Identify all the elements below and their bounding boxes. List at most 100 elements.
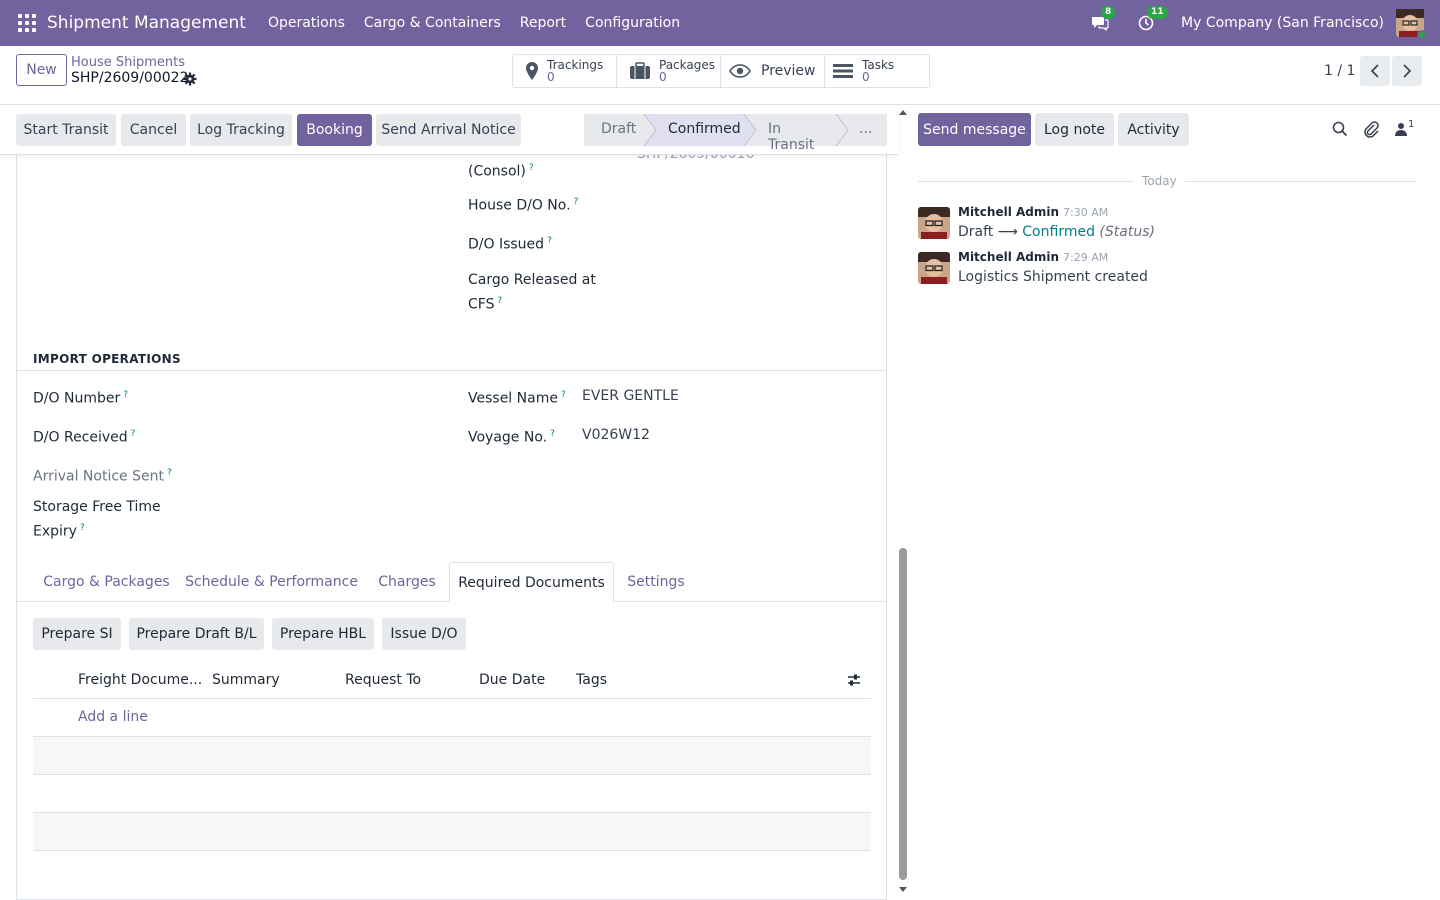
eye-icon — [729, 64, 751, 78]
arrival-notice-sent-label: Arrival Notice Sent? — [33, 468, 172, 485]
tab-charges[interactable]: Charges — [364, 562, 450, 602]
tab-settings[interactable]: Settings — [614, 562, 698, 602]
status-draft[interactable]: Draft — [601, 121, 636, 137]
start-transit-button[interactable]: Start Transit — [16, 114, 116, 146]
prepare-hbl-button[interactable]: Prepare HBL — [272, 618, 374, 650]
search-icon[interactable] — [1331, 120, 1349, 138]
map-marker-icon — [526, 62, 538, 80]
table-row — [33, 737, 871, 775]
status-confirmed[interactable]: Confirmed — [668, 121, 741, 137]
apps-menu-icon[interactable] — [18, 14, 36, 32]
trackings-count: 0 — [547, 70, 555, 84]
trackings-smart-button[interactable]: Trackings 0 — [513, 55, 617, 87]
pager-previous-button[interactable] — [1360, 56, 1390, 86]
col-request-to[interactable]: Request To — [345, 672, 421, 688]
table-row — [33, 813, 871, 851]
do-number-label: D/O Number? — [33, 390, 128, 407]
menu-report[interactable]: Report — [520, 15, 566, 31]
messaging-button[interactable]: 8 — [1089, 6, 1116, 34]
chevron-left-icon — [1370, 64, 1379, 78]
app-title[interactable]: Shipment Management — [47, 13, 246, 33]
changed-field: (Status) — [1099, 224, 1155, 240]
tab-schedule-performance[interactable]: Schedule & Performance — [179, 562, 364, 602]
scrollbar-thumb[interactable] — [899, 548, 907, 880]
cancel-button[interactable]: Cancel — [121, 114, 186, 146]
paperclip-icon[interactable] — [1362, 120, 1380, 138]
tasks-count: 0 — [862, 70, 870, 84]
packages-smart-button[interactable]: Packages 0 — [617, 55, 721, 87]
followers-button[interactable]: 1 — [1395, 119, 1419, 139]
followers-count: 1 — [1408, 119, 1415, 130]
control-panel: New House Shipments SHP/2609/00022 Track… — [0, 46, 1440, 105]
tab-cargo-packages[interactable]: Cargo & Packages — [34, 562, 179, 602]
activities-button[interactable]: 11 — [1135, 6, 1168, 34]
online-status-dot — [1417, 30, 1427, 40]
smart-buttons: Trackings 0 Packages 0 Preview Tasks 0 — [512, 54, 930, 88]
avatar[interactable] — [918, 252, 950, 284]
company-switcher[interactable]: My Company (San Francisco) — [1181, 15, 1384, 31]
notebook-tabs: Cargo & Packages Schedule & Performance … — [17, 562, 886, 603]
do-received-label: D/O Received? — [33, 429, 136, 446]
booking-button[interactable]: Booking — [297, 114, 372, 146]
send-message-button[interactable]: Send message — [918, 113, 1031, 146]
status-in-transit[interactable]: In Transit — [768, 121, 814, 153]
col-due-date[interactable]: Due Date — [479, 672, 545, 688]
arrow-icon: ⟶ — [997, 224, 1018, 240]
trackings-label: Trackings — [547, 58, 604, 72]
documents-table: Freight Docume... Summary Request To Due… — [33, 662, 871, 851]
preview-label: Preview — [761, 63, 816, 79]
table-row — [33, 775, 871, 813]
pager-next-button[interactable] — [1392, 56, 1422, 86]
scroll-up-arrow-icon[interactable] — [899, 110, 907, 115]
issue-do-button[interactable]: Issue D/O — [382, 618, 466, 650]
import-operations-title: IMPORT OPERATIONS — [33, 352, 181, 366]
scroll-down-arrow-icon[interactable] — [899, 887, 907, 892]
activity-button[interactable]: Activity — [1118, 113, 1189, 146]
menu-operations[interactable]: Operations — [268, 15, 345, 31]
log-note-button[interactable]: Log note — [1035, 113, 1114, 146]
user-avatar[interactable] — [1396, 9, 1427, 40]
cargo-released-label: Cargo Released at CFS? — [468, 272, 596, 313]
messages-badge: 8 — [1101, 6, 1116, 19]
date-separator-label: Today — [1134, 174, 1185, 188]
voyage-no-value[interactable]: V026W12 — [582, 427, 650, 443]
prepare-draft-bl-button[interactable]: Prepare Draft B/L — [129, 618, 264, 650]
status-more[interactable]: ... — [859, 121, 872, 137]
vessel-name-value[interactable]: EVER GENTLE — [582, 388, 679, 404]
send-arrival-notice-button[interactable]: Send Arrival Notice — [376, 114, 521, 146]
form-scrollbar[interactable] — [898, 106, 908, 900]
message-time: 7:30 AM — [1063, 206, 1109, 219]
preview-smart-button[interactable]: Preview — [721, 55, 825, 87]
storage-free-time-expiry-label: Storage Free Time Expiry? — [33, 499, 161, 540]
form-sheet: SHP/2609/00016 (Consol)? House D/O No.? … — [16, 106, 887, 900]
menu-cargo-containers[interactable]: Cargo & Containers — [364, 15, 501, 31]
activities-badge: 11 — [1147, 6, 1168, 19]
tracking-change: Draft ⟶ Confirmed (Status) — [958, 224, 1155, 240]
section-divider — [17, 370, 886, 371]
optional-columns-icon[interactable] — [847, 673, 861, 687]
form-action-bar: Start Transit Cancel Log Tracking Bookin… — [0, 105, 898, 155]
chatter-panel: Send message Log note Activity 1 Today M… — [908, 106, 1440, 900]
avatar[interactable] — [918, 207, 950, 239]
gear-icon[interactable] — [183, 72, 197, 86]
message-author[interactable]: Mitchell Admin 7:30 AM — [958, 205, 1108, 219]
prepare-si-button[interactable]: Prepare SI — [33, 618, 121, 650]
consol-label: (Consol)? — [468, 163, 534, 180]
packages-count: 0 — [659, 70, 667, 84]
message-time: 7:29 AM — [1063, 251, 1109, 264]
message-author[interactable]: Mitchell Admin 7:29 AM — [958, 250, 1108, 264]
tasks-smart-button[interactable]: Tasks 0 — [825, 55, 929, 87]
menu-configuration[interactable]: Configuration — [585, 15, 680, 31]
top-navbar: Shipment Management Operations Cargo & C… — [0, 0, 1440, 46]
chevron-right-icon — [1403, 64, 1412, 78]
breadcrumb-parent[interactable]: House Shipments — [71, 55, 185, 70]
tab-required-documents[interactable]: Required Documents — [449, 562, 614, 603]
add-a-line-link[interactable]: Add a line — [78, 709, 148, 725]
breadcrumb-current: SHP/2609/00022 — [71, 70, 189, 86]
col-tags[interactable]: Tags — [576, 672, 607, 688]
col-freight-document[interactable]: Freight Docume... — [78, 672, 202, 688]
log-tracking-button[interactable]: Log Tracking — [190, 114, 292, 146]
pager-value[interactable]: 1 / 1 — [1324, 63, 1355, 79]
col-summary[interactable]: Summary — [212, 672, 280, 688]
new-button[interactable]: New — [16, 54, 67, 86]
